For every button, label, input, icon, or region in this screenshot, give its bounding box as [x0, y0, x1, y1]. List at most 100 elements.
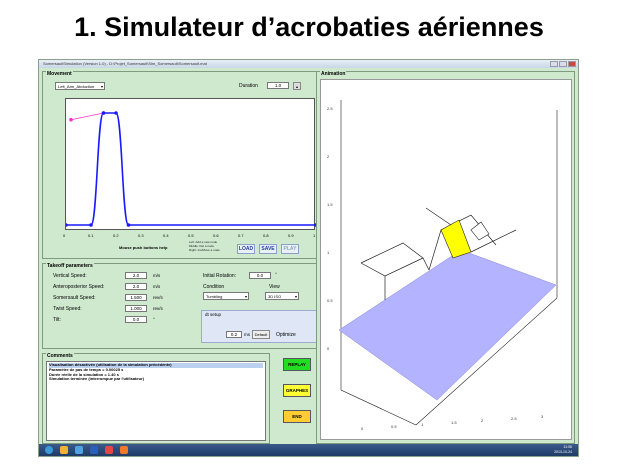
save-button[interactable]: SAVE [259, 244, 277, 254]
taskbar-app-icon[interactable] [45, 446, 53, 454]
mouse-note-3: Right: Ins/Move a node [189, 248, 220, 252]
view-label: View [269, 284, 280, 290]
magenta-node[interactable] [69, 117, 73, 122]
takeoff-panel-title: Takeoff parameters [46, 263, 94, 269]
floor-plane [338, 249, 557, 401]
x-tick-label: 2 [481, 418, 484, 423]
takeoff-field-input[interactable]: 0.0 [125, 316, 147, 323]
takeoff-field-input[interactable]: 2.0 [125, 272, 147, 279]
body-torso [440, 219, 472, 259]
animation-panel-title: Animation [320, 71, 347, 77]
end-button[interactable]: END [283, 410, 311, 423]
minimize-icon[interactable] [550, 61, 558, 67]
takeoff-field-input[interactable]: 1.500 [125, 294, 147, 301]
x-tick-label: 0.4 [163, 233, 169, 238]
taskbar-app-icon[interactable] [60, 446, 68, 454]
taskbar-app-icon[interactable] [90, 446, 98, 454]
duration-input[interactable]: 1.0 [267, 82, 289, 89]
y-tick-label: 0.5 [327, 298, 333, 303]
x-tick-label: 1 [421, 422, 424, 427]
takeoff-field-unit: m/s [153, 284, 161, 289]
x-tick-label: 2.5 [511, 416, 517, 421]
x-tick-label: 0.3 [138, 233, 144, 238]
initial-rotation-label: Initial Rotation: [203, 273, 237, 279]
taskbar-app-icon[interactable] [120, 446, 128, 454]
condition-label: Condition [203, 284, 225, 290]
x-tick-label: 0.5 [188, 233, 194, 238]
curve-node[interactable] [89, 223, 93, 227]
takeoff-field-unit: ° [153, 317, 155, 322]
view-select[interactable]: 3D ISO ▾ [265, 292, 299, 300]
duration-label: Duration [239, 83, 258, 89]
replay-button[interactable]: REPLAY [283, 358, 311, 371]
maximize-icon[interactable] [559, 61, 567, 67]
initial-rotation-unit: ° [275, 272, 277, 277]
magenta-guide-line [70, 112, 104, 121]
x-tick-label: 0.8 [263, 233, 269, 238]
y-tick-label: 2.5 [327, 106, 333, 111]
x-tick-label: 0.5 [391, 424, 397, 429]
movement-curve[interactable] [66, 112, 316, 226]
taskbar: 11:06 2013-10-24 [39, 444, 578, 456]
close-icon[interactable] [568, 61, 576, 67]
takeoff-field-input[interactable]: 2.0 [125, 283, 147, 290]
takeoff-panel: Takeoff parameters Vertical Speed: 2.0 m/s… [42, 263, 342, 349]
movement-curve-svg[interactable] [66, 99, 316, 231]
comments-list[interactable]: Visualisation désactivée (utilisation de… [46, 361, 266, 441]
x-tick-label: 1.5 [451, 420, 457, 425]
body-arm-left [425, 207, 452, 226]
chevron-down-icon: ▾ [100, 84, 103, 89]
takeoff-field-label: Tilt: [53, 317, 61, 323]
x-tick-label: 0 [361, 426, 364, 431]
duration-spin-button[interactable]: ▴ [293, 82, 301, 90]
initial-rotation-input[interactable]: 0.0 [249, 272, 271, 279]
x-tick-label: 0.6 [213, 233, 219, 238]
y-tick-label: 2 [327, 154, 330, 159]
takeoff-field-unit: rev/s [153, 295, 163, 300]
animation-panel: Animation 2.5 2 1.5 1 0.5 0 0 0.5 1 1.5 2 2.5 3 [316, 71, 575, 444]
movement-panel-title: Movement [46, 71, 73, 77]
body-head [470, 221, 490, 241]
curve-node[interactable] [126, 223, 131, 227]
mouse-help-notes: Left: Add a new node Middle: Del a node … [189, 240, 220, 252]
animation-3d-svg[interactable]: 2.5 2 1.5 1 0.5 0 0 0.5 1 1.5 2 2.5 3 [321, 80, 573, 441]
graphes-button[interactable]: GRAPHES [283, 384, 311, 397]
curve-node[interactable] [66, 223, 68, 227]
x-tick-label: 0.7 [238, 233, 244, 238]
x-tick-label: 3 [541, 414, 544, 419]
dt-input[interactable]: 0.2 [226, 331, 242, 338]
takeoff-field-input[interactable]: 1.000 [125, 305, 147, 312]
condition-select-value: Tumbling [206, 294, 223, 299]
curve-node[interactable] [114, 111, 118, 115]
movement-select[interactable]: Left_Arm_Abduction ▾ [55, 82, 105, 90]
body-segment-1 [360, 242, 424, 277]
animation-view[interactable]: 2.5 2 1.5 1 0.5 0 0 0.5 1 1.5 2 2.5 3 [320, 79, 572, 440]
x-tick-label: 0.9 [288, 233, 294, 238]
dt-setup-title: dt setup [205, 312, 222, 317]
play-button[interactable]: PLAY [281, 244, 299, 254]
comments-panel-title: Comments [46, 353, 74, 359]
x-tick-label: 1 [313, 233, 316, 238]
takeoff-field-unit: rev/s [153, 306, 163, 311]
taskbar-app-icon[interactable] [105, 446, 113, 454]
takeoff-field-label: Twist Speed: [53, 306, 82, 312]
y-tick-label: 0 [327, 346, 330, 351]
comments-panel: Comments Visualisation désactivée (utili… [42, 353, 270, 444]
chevron-down-icon: ▾ [244, 294, 247, 299]
taskbar-app-icon[interactable] [75, 446, 83, 454]
optimize-label[interactable]: Optimize [276, 332, 296, 338]
view-select-value: 3D ISO [268, 294, 282, 299]
load-button[interactable]: LOAD [237, 244, 255, 254]
curve-node[interactable] [101, 111, 106, 115]
condition-select[interactable]: Tumbling ▾ [203, 292, 249, 300]
slide-title: 1. Simulateur d’acrobaties aériennes [74, 12, 544, 42]
movement-select-value: Left_Arm_Abduction [58, 84, 95, 89]
movement-panel: Movement Left_Arm_Abduction ▾ Duration 1… [42, 71, 342, 259]
default-button[interactable]: Default [252, 330, 270, 339]
dt-unit: ms [244, 332, 250, 337]
y-tick-label: 1 [327, 250, 330, 255]
chevron-down-icon: ▾ [294, 294, 297, 299]
x-tick-label: 0 [63, 233, 66, 238]
comment-line: Simulation terminée (interrompue par l'u… [49, 376, 144, 382]
movement-plot[interactable] [65, 98, 316, 231]
